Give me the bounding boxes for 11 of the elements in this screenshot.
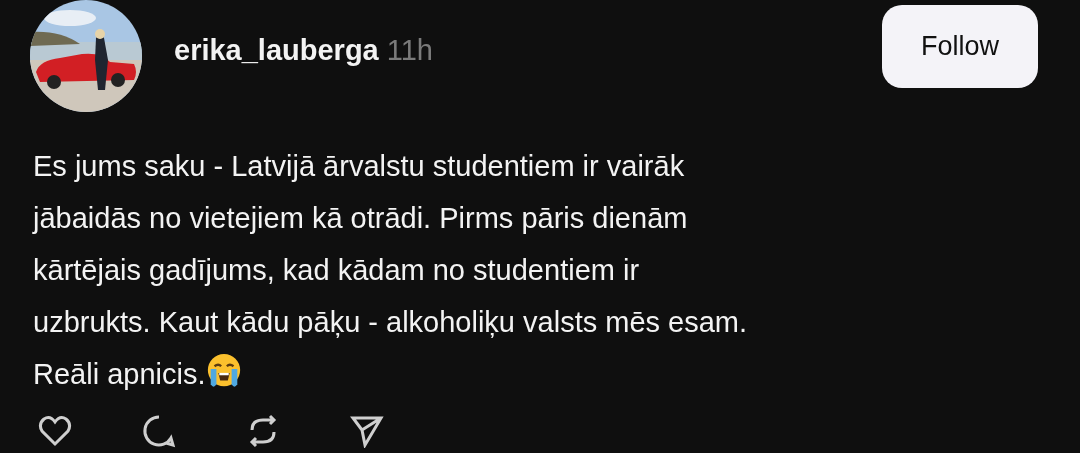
- username[interactable]: erika_lauberga: [174, 33, 379, 67]
- follow-button[interactable]: Follow: [882, 4, 1038, 88]
- comment-icon[interactable]: [142, 414, 176, 448]
- post-time: 11h: [386, 33, 433, 67]
- post-text-line: kārtējais gadījums, kad kādam no studentiem ir: [33, 254, 640, 286]
- post-text-line: uzbrukts. Kaut kādu pāķu - alkoholiķu valsts mēs esam.: [33, 306, 748, 338]
- post-text-line: Es jums saku - Latvijā ārvalstu studentiem ir vairāk: [33, 150, 685, 182]
- post-text-line: Reāli apnicis.: [33, 358, 206, 390]
- post-text-line: jābaidās no vietejiem kā otrādi. Pirms pāris dienām: [33, 202, 688, 234]
- send-icon[interactable]: [350, 414, 384, 448]
- heart-icon[interactable]: [38, 414, 72, 448]
